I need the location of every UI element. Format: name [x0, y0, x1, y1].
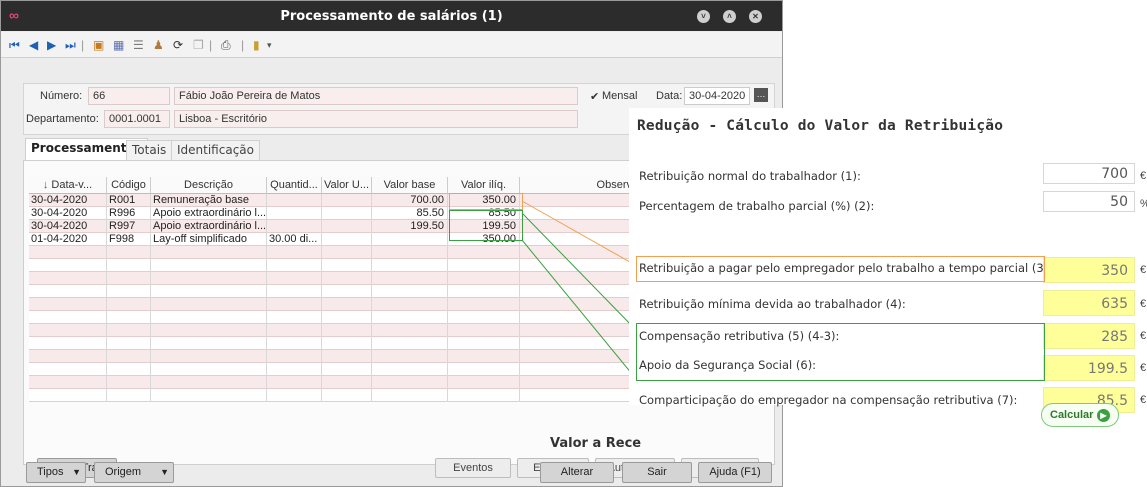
retribuicao-pagar-field[interactable]: 350: [1043, 257, 1135, 283]
compensacao-field[interactable]: 285: [1043, 323, 1135, 349]
calcular-label: Calcular: [1050, 409, 1094, 421]
green-connector-line-bottom: [521, 239, 638, 381]
comparticipacao-label: Comparticipação do empregador na compens…: [639, 393, 1018, 407]
green-connector-line-top: [521, 212, 638, 332]
unit-euro: €: [1140, 170, 1147, 182]
unit-euro: €: [1140, 330, 1147, 342]
percentagem-label: Percentagem de trabalho parcial (%) (2):: [639, 199, 875, 213]
panel-callout-orange: [636, 256, 1045, 282]
go-arrow-icon: ▶: [1097, 409, 1110, 422]
panel-title: Redução - Cálculo do Valor da Retribuiçã…: [637, 118, 1004, 134]
percentagem-field[interactable]: 50: [1043, 191, 1135, 212]
unit-euro: €: [1140, 264, 1147, 276]
calcular-button[interactable]: Calcular ▶: [1041, 403, 1119, 427]
unit-euro: €: [1140, 394, 1147, 406]
unit-euro: €: [1140, 362, 1147, 374]
unit-euro: €: [1140, 298, 1147, 310]
retribuicao-normal-label: Retribuição normal do trabalhador (1):: [639, 169, 861, 183]
retribuicao-normal-field[interactable]: 700: [1043, 163, 1135, 184]
panel-callout-green: [636, 323, 1045, 381]
retribuicao-minima-field[interactable]: 635: [1043, 290, 1135, 316]
retribuicao-minima-label: Retribuição mínima devida ao trabalhador…: [639, 297, 906, 311]
orange-connector-line: [521, 200, 638, 267]
unit-percent: %: [1140, 198, 1147, 210]
apoio-seguranca-field[interactable]: 199.5: [1043, 355, 1135, 381]
